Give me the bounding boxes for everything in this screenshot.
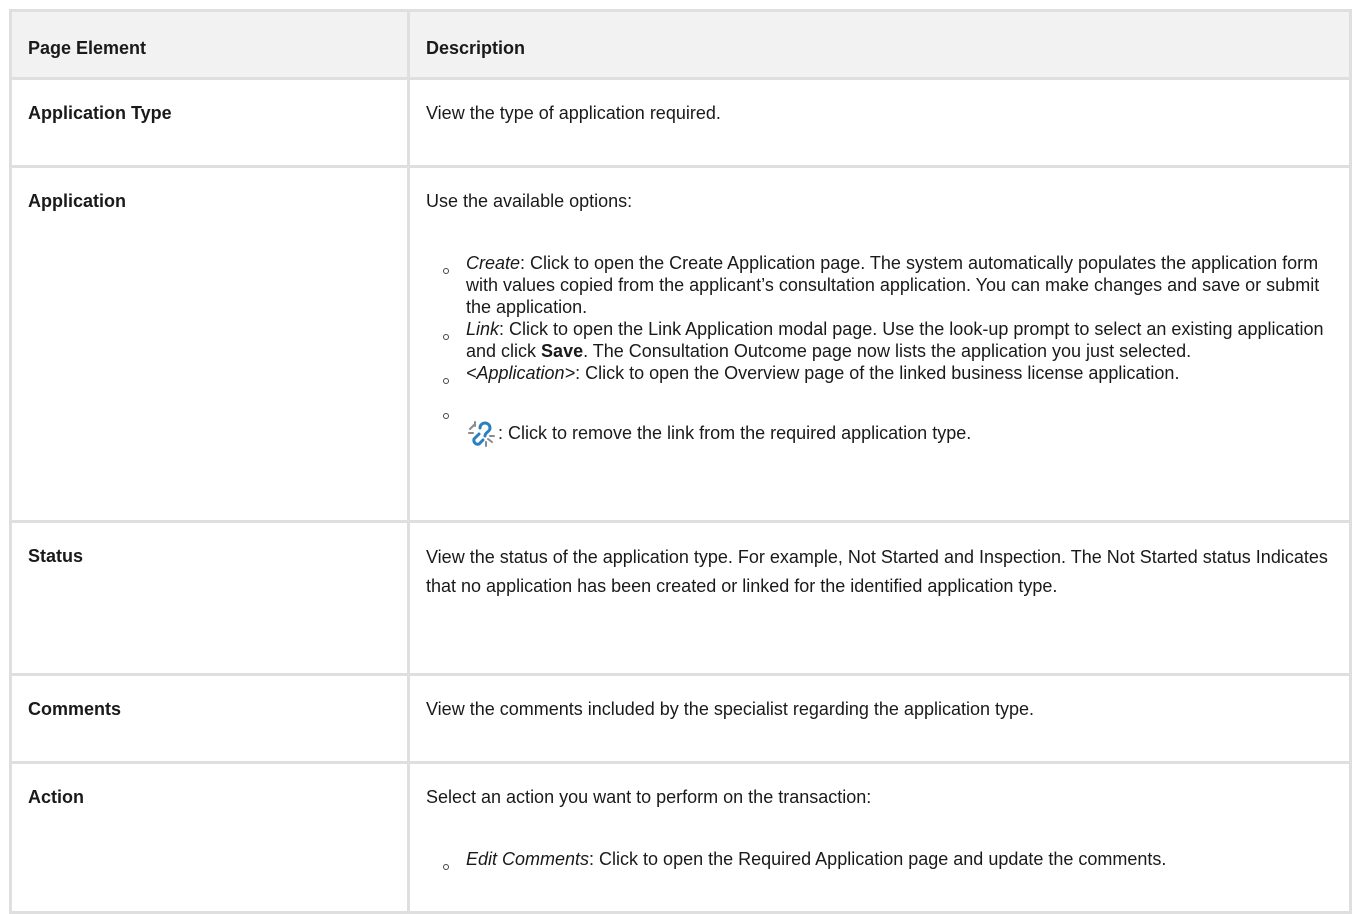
option-term: <Application> xyxy=(466,363,576,383)
list-item-create: Create: Click to open the Create Applica… xyxy=(426,252,1333,318)
element-cell: Action xyxy=(9,761,410,914)
options-intro: Select an action you want to perform on … xyxy=(426,787,872,807)
option-term: Link xyxy=(466,319,500,339)
list-item-unlink: : Click to remove the link from the requ… xyxy=(426,397,1333,452)
table-row-action: Action Select an action you want to perf… xyxy=(9,761,1352,914)
description-cell: Select an action you want to perform on … xyxy=(407,761,1352,914)
option-term: Edit Comments xyxy=(466,849,590,869)
element-cell: Application xyxy=(9,165,410,523)
option-term: Create xyxy=(466,253,521,273)
element-cell: Application Type xyxy=(9,77,410,168)
save-label: Save xyxy=(541,341,584,361)
table-header-row: Page Element Description xyxy=(9,9,1352,80)
element-cell: Comments xyxy=(9,673,410,764)
unlink-icon xyxy=(466,419,496,452)
description-cell: View the comments included by the specia… xyxy=(407,673,1352,764)
table-row-comments: Comments View the comments included by t… xyxy=(9,673,1352,764)
options-intro: Use the available options: xyxy=(426,191,633,211)
options-list: Edit Comments: Click to open the Require… xyxy=(426,848,1333,870)
list-item-application: <Application>: Click to open the Overvie… xyxy=(426,362,1333,384)
list-item-link: Link: Click to open the Link Application… xyxy=(426,318,1333,362)
table-row-application: Application Use the available options: C… xyxy=(9,165,1352,523)
description-cell: View the status of the application type.… xyxy=(407,520,1352,676)
description-cell: View the type of application required. xyxy=(407,77,1352,168)
header-description: Description xyxy=(407,9,1352,80)
element-cell: Status xyxy=(9,520,410,676)
description-cell: Use the available options: Create: Click… xyxy=(407,165,1352,523)
table-row-status: Status View the status of the applicatio… xyxy=(9,520,1352,676)
table-row-application-type: Application Type View the type of applic… xyxy=(9,77,1352,168)
list-item-edit-comments: Edit Comments: Click to open the Require… xyxy=(426,848,1333,870)
page-element-table: Page Element Description Application Typ… xyxy=(9,9,1352,914)
header-page-element: Page Element xyxy=(9,9,410,80)
options-list: Create: Click to open the Create Applica… xyxy=(426,252,1333,452)
